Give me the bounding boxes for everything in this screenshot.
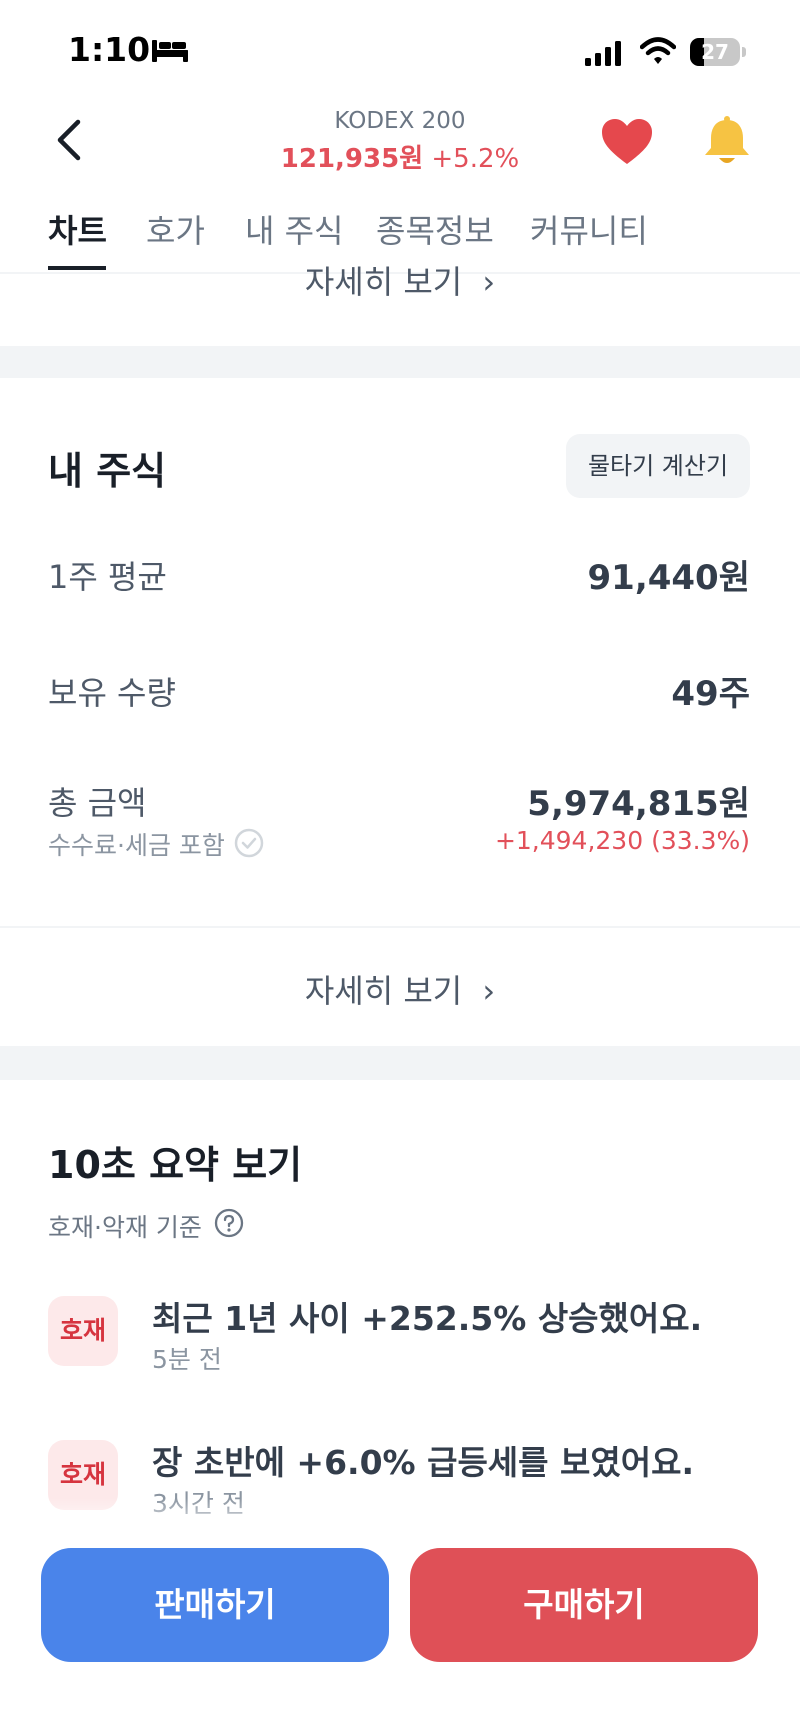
my-stock-detail-link-label: 자세히 보기 — [304, 972, 463, 1010]
tab-orderbook[interactable]: 호가 — [146, 206, 205, 252]
tab-stock-info[interactable]: 종목정보 — [376, 206, 494, 252]
quantity-label: 보유 수량 — [48, 674, 176, 712]
tab-community[interactable]: 커뮤니티 — [530, 206, 648, 252]
sell-button[interactable]: 판매하기 — [41, 1548, 389, 1662]
avg-price-label: 1주 평균 — [48, 558, 167, 596]
top-detail-link[interactable]: 자세히 보기 › — [0, 262, 800, 302]
criteria-label: 호재·악재 기준 — [48, 1213, 202, 1242]
top-detail-link-label: 자세히 보기 — [304, 263, 463, 301]
fee-tax-included-label: 수수료·세금 포함 — [48, 831, 225, 860]
news-item-time: 5분 전 — [152, 1345, 222, 1374]
quantity-value: 49주 — [671, 674, 750, 714]
section-separator — [0, 1046, 800, 1080]
battery-indicator: 27 — [690, 38, 746, 66]
battery-level: 27 — [701, 40, 729, 64]
tab-my-stock[interactable]: 내 주식 — [245, 206, 344, 252]
stock-price-line: 121,935원 +5.2% — [200, 138, 600, 175]
total-amount-value: 5,974,815원 — [527, 784, 750, 824]
wifi-icon — [640, 37, 676, 64]
total-amount-label: 총 금액 — [48, 784, 147, 822]
sleep-focus-icon — [152, 40, 188, 62]
news-item-title[interactable]: 최근 1년 사이 +252.5% 상승했어요. — [152, 1292, 702, 1340]
help-icon[interactable] — [214, 1208, 244, 1238]
buy-button[interactable]: 구매하기 — [410, 1548, 758, 1662]
summary-title: 10초 요약 보기 — [48, 1143, 303, 1187]
stock-name: KODEX 200 — [334, 108, 466, 134]
averaging-calculator-button[interactable]: 물타기 계산기 — [566, 434, 750, 498]
news-item-title[interactable]: 장 초반에 +6.0% 급등세를 보였어요. — [152, 1436, 694, 1484]
stock-change: +5.2% — [431, 144, 520, 174]
stock-price: 121,935원 — [280, 144, 424, 174]
cellular-signal-icon — [585, 41, 621, 66]
profit-value: +1,494,230 (33.3%) — [494, 826, 750, 855]
chevron-right-icon: › — [482, 263, 496, 301]
tab-chart[interactable]: 차트 — [48, 206, 107, 252]
status-time: 1:10 — [68, 30, 151, 69]
section-separator — [0, 346, 800, 378]
back-icon[interactable] — [54, 118, 84, 162]
bell-icon[interactable] — [700, 116, 754, 166]
check-circle-icon[interactable] — [234, 828, 264, 858]
my-stock-detail-link[interactable]: 자세히 보기 › — [0, 966, 800, 1012]
divider — [0, 926, 800, 928]
avg-price-value: 91,440원 — [587, 558, 750, 598]
chevron-right-icon: › — [482, 972, 496, 1010]
my-stock-title: 내 주식 — [48, 449, 167, 493]
good-news-badge: 호재 — [48, 1296, 118, 1366]
heart-icon[interactable] — [600, 118, 654, 166]
